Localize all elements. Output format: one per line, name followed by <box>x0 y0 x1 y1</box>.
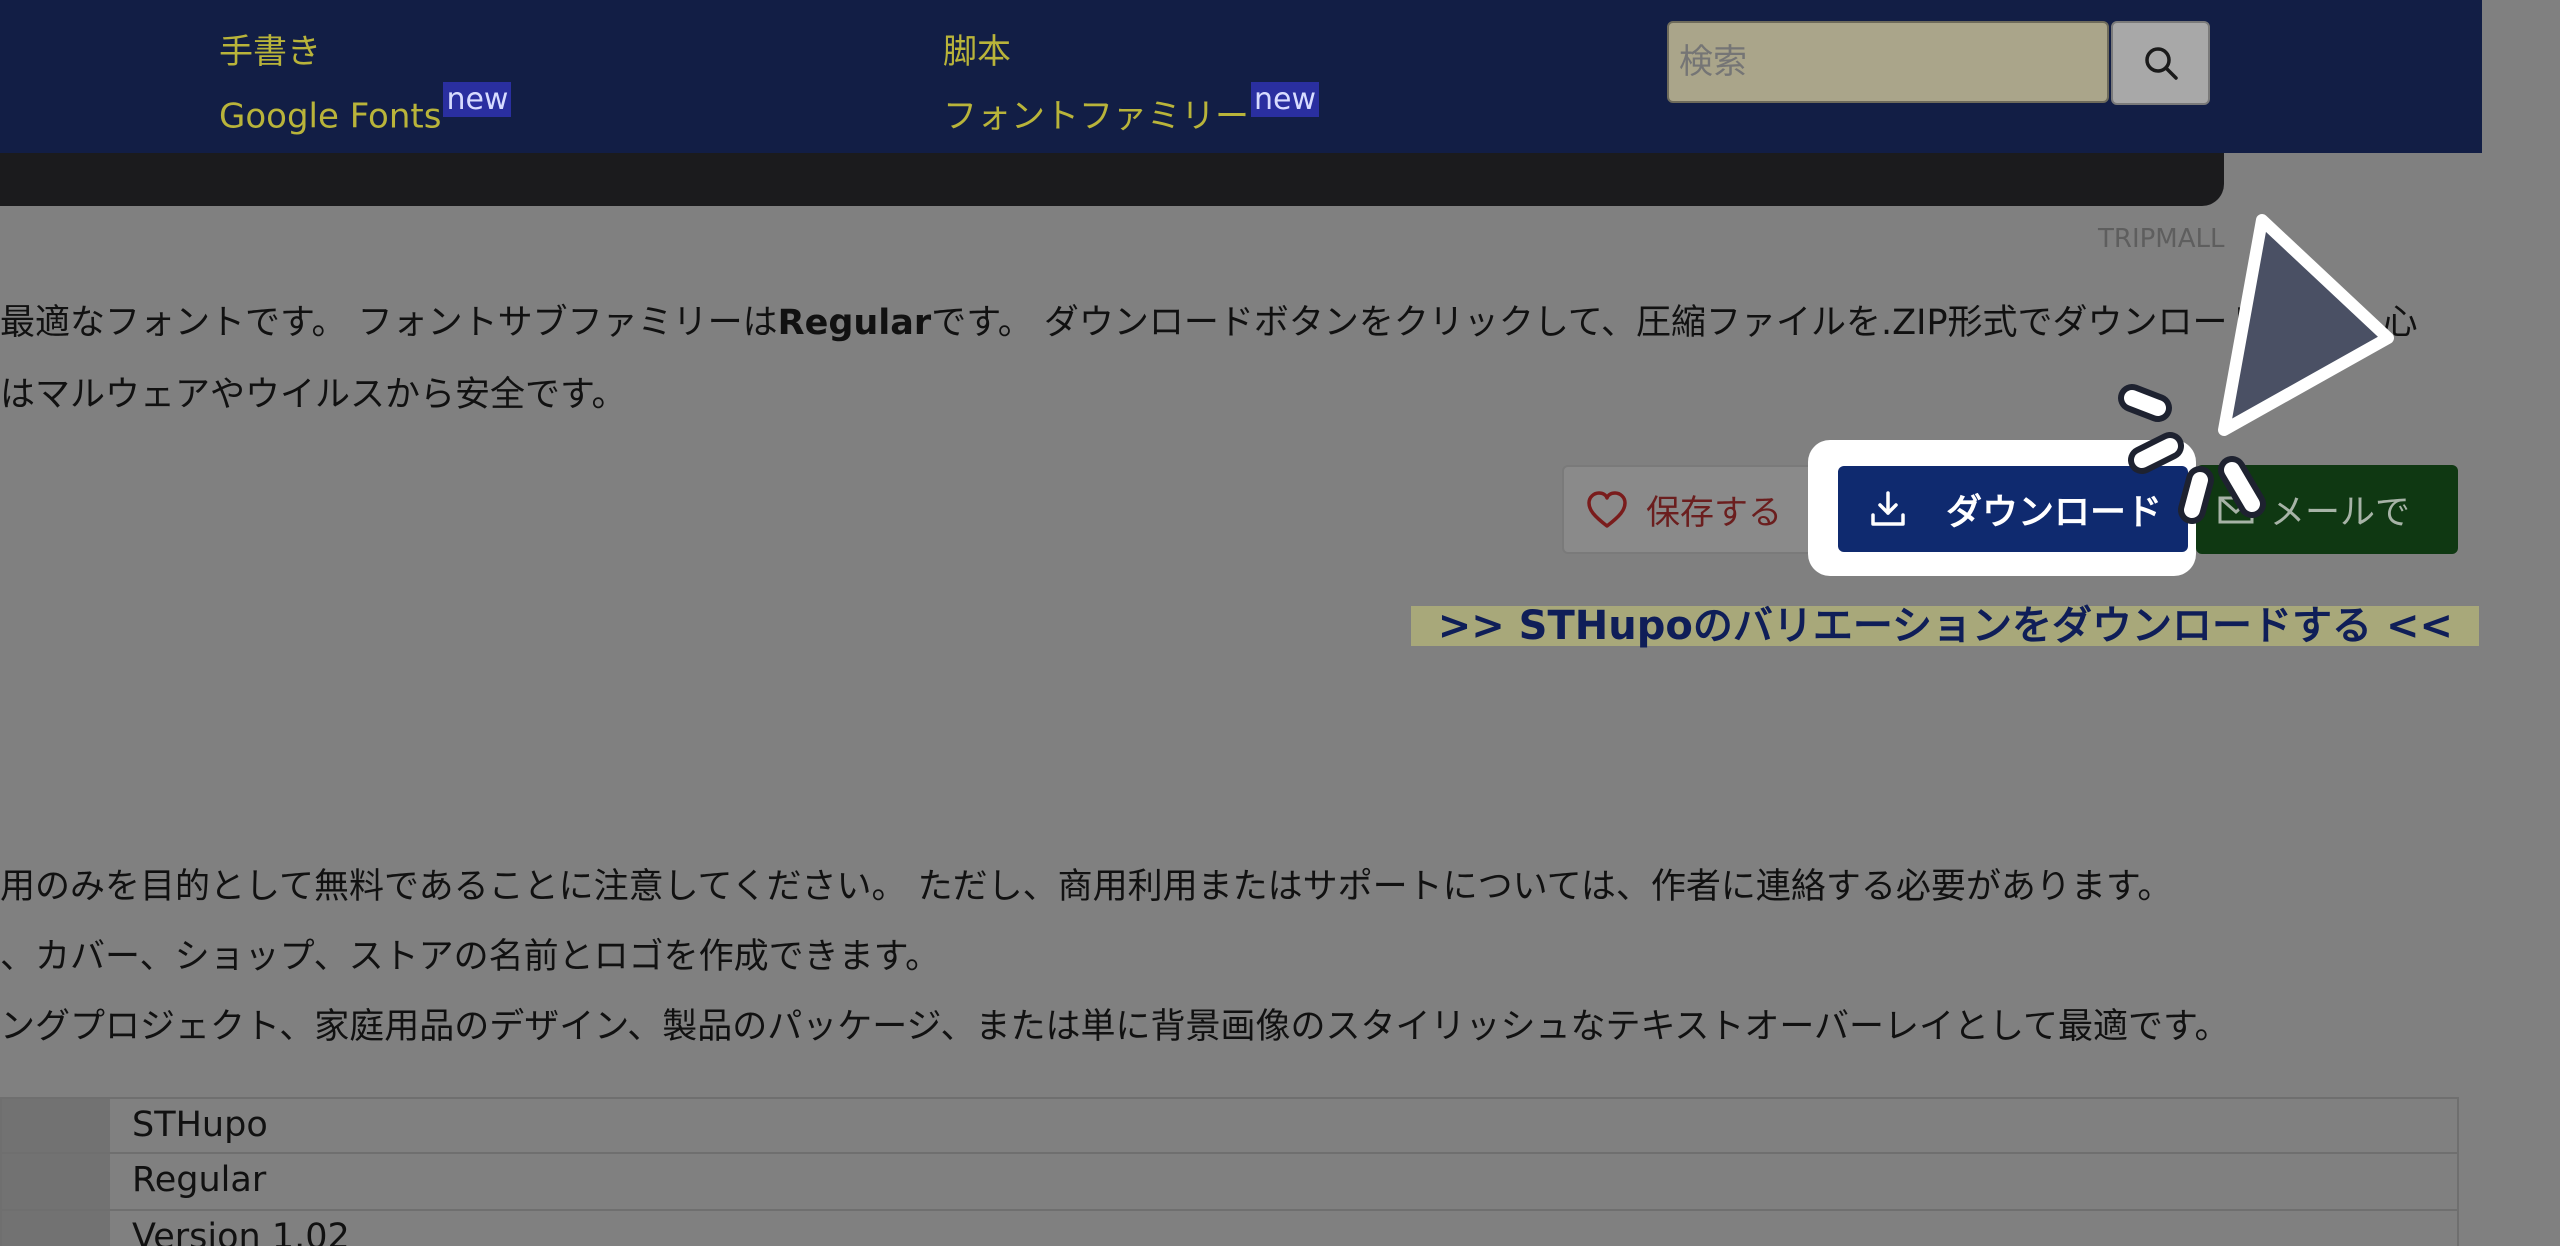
mail-icon <box>2218 496 2254 523</box>
table-key-cell <box>2 1154 110 1209</box>
font-info-table: STHupo Regular Version 1.02 <box>0 1097 2459 1246</box>
image-credit: TRIPMALL <box>2098 224 2225 254</box>
table-value-cell: Regular <box>132 1160 267 1200</box>
heart-icon <box>1587 490 1627 528</box>
table-row: STHupo <box>0 1097 2459 1154</box>
table-value-cell: Version 1.02 <box>132 1217 350 1246</box>
new-badge: new <box>1251 82 1320 117</box>
font-preview-image-bottom <box>0 153 2224 206</box>
usage-line-3: ングプロジェクト、家庭用品のデザイン、製品のパッケージ、または単に背景画像のスタ… <box>0 1007 2230 1047</box>
table-row: Regular <box>0 1154 2459 1211</box>
usage-line-1: 用のみを目的として無料であることに注意してください。 ただし、商用利用またはサポ… <box>0 867 2173 907</box>
save-button[interactable]: 保存する <box>1562 465 1824 554</box>
top-navigation: 手書き Google Fonts new 脚本 フォントファミリー new <box>0 0 2482 153</box>
table-key-cell <box>2 1211 110 1246</box>
download-icon <box>1871 491 1905 526</box>
new-badge: new <box>443 82 512 117</box>
table-key-cell <box>2 1099 110 1152</box>
description-line-1: 最適なフォントです。 フォントサブファミリーはRegularです。 ダウンロード… <box>0 303 2418 343</box>
search-input[interactable] <box>1667 21 2109 103</box>
description-line-2: はマルウェアやウイルスから安全です。 <box>0 375 627 415</box>
nav-link-script[interactable]: 脚本 <box>943 24 1011 73</box>
email-button[interactable]: メールで <box>2196 465 2458 554</box>
search-button[interactable] <box>2111 21 2210 105</box>
table-value-cell: STHupo <box>132 1105 268 1145</box>
nav-link-font-family[interactable]: フォントファミリー new <box>943 82 1320 137</box>
variations-download-link[interactable]: >> STHupoのバリエーションをダウンロードする << <box>1411 606 2479 646</box>
download-button[interactable]: ダウンロード <box>1838 466 2188 552</box>
table-row: Version 1.02 <box>0 1211 2459 1246</box>
nav-link-google-fonts[interactable]: Google Fonts new <box>219 82 512 136</box>
nav-link-handwriting[interactable]: 手書き <box>219 24 321 73</box>
usage-line-2: 、カバー、ショップ、ストアの名前とロゴを作成できます。 <box>0 937 941 977</box>
search-icon <box>2144 47 2178 80</box>
